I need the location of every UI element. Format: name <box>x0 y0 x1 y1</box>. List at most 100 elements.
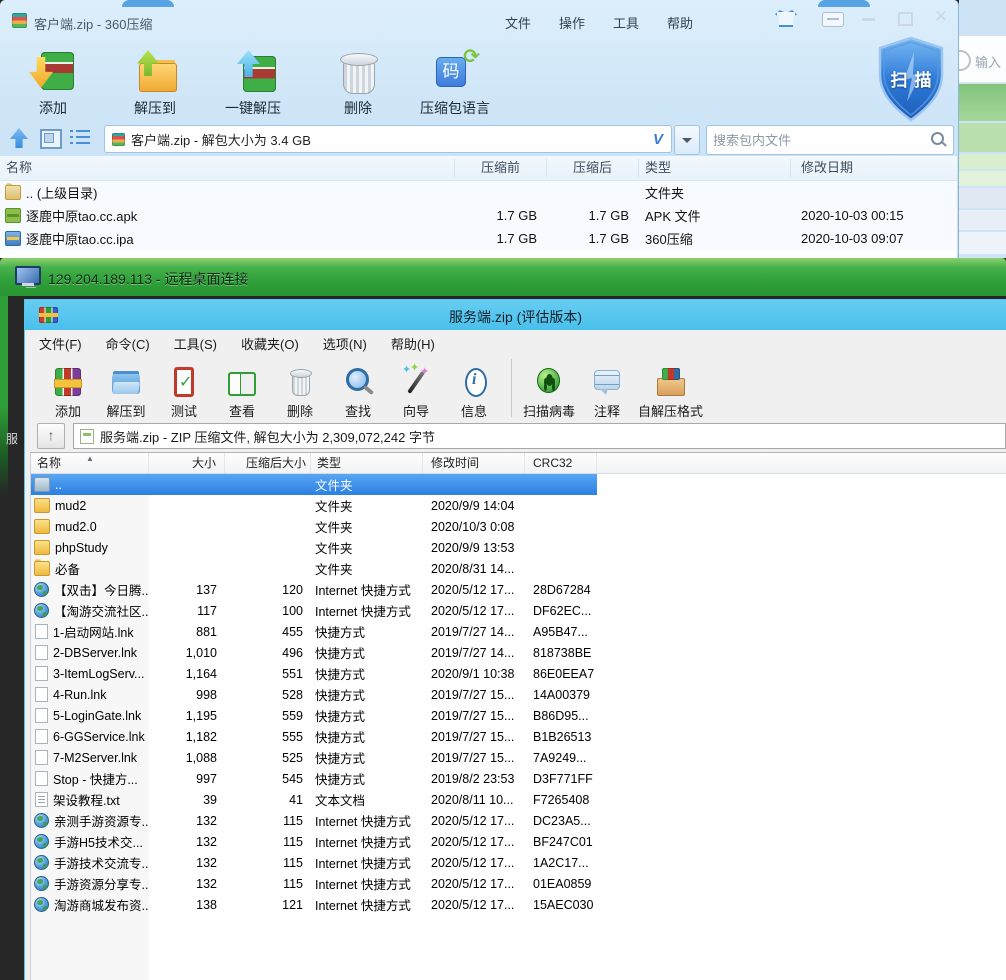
table-row[interactable]: 6-GGService.lnk 1,182 555 快捷方式 2019/7/27… <box>31 726 597 747</box>
toolbar-icon <box>225 365 259 399</box>
toolbar-button[interactable]: 解压到 <box>97 365 155 420</box>
table-row[interactable]: 5-LoginGate.lnk 1,195 559 快捷方式 2019/7/27… <box>31 705 597 726</box>
toolbar-button[interactable]: 查看 <box>213 365 271 420</box>
toolbar-button[interactable]: 扫描病毒 <box>520 365 578 420</box>
modified-time: 2020/9/9 13:53 <box>423 541 525 555</box>
menu-item[interactable]: 文件(F) <box>39 334 82 353</box>
table-row[interactable]: .. 文件夹 <box>31 474 597 495</box>
menu-item[interactable]: 帮助(H) <box>391 334 435 353</box>
toolbar-button[interactable]: 向导 <box>387 365 445 420</box>
table-row[interactable]: 2-DBServer.lnk 1,010 496 快捷方式 2019/7/27 … <box>31 642 597 663</box>
table-row[interactable]: 逐鹿中原tao.cc.ipa 1.7 GB 1.7 GB 360压缩 2020-… <box>0 227 957 250</box>
column-header-name[interactable]: 名称 <box>0 159 455 177</box>
table-row[interactable]: 7-M2Server.lnk 1,088 525 快捷方式 2019/7/27 … <box>31 747 597 768</box>
winrar-titlebar[interactable]: 服务端.zip (评估版本) <box>25 300 1006 330</box>
close-icon[interactable]: ✕ <box>932 8 950 26</box>
winrar-title: 服务端.zip (评估版本) <box>25 307 1006 327</box>
table-row[interactable]: 逐鹿中原tao.cc.apk 1.7 GB 1.7 GB APK 文件 2020… <box>0 204 957 227</box>
toolbar-icon <box>341 365 375 399</box>
column-header-date[interactable]: 修改日期 <box>791 159 957 177</box>
winrar-file-list: 名称▲ 大小 压缩后大小 类型 修改时间 CRC32 .. 文件夹 <box>30 452 1006 980</box>
table-row[interactable]: 手游资源分享专... 132 115 Internet 快捷方式 2020/5/… <box>31 873 597 894</box>
maximize-icon[interactable] <box>898 12 913 26</box>
menu-item[interactable]: 文件 <box>505 13 531 32</box>
search-icon[interactable] <box>929 131 947 149</box>
zip-mini-icon <box>80 429 94 444</box>
file-type: Internet 快捷方式 <box>311 601 423 620</box>
table-row[interactable]: 淘游商城发布资... 138 121 Internet 快捷方式 2020/5/… <box>31 894 597 915</box>
up-directory-button[interactable]: ↑ <box>37 423 65 449</box>
column-header-name[interactable]: 名称▲ <box>31 453 149 473</box>
toolbar-icon <box>109 365 143 399</box>
archive-path-combo[interactable]: 服务端.zip - ZIP 压缩文件, 解包大小为 2,309,072,242 … <box>73 423 1006 449</box>
column-header-type[interactable]: 类型 <box>639 159 791 177</box>
table-row[interactable]: 1-启动网站.lnk 881 455 快捷方式 2019/7/27 14... … <box>31 621 597 642</box>
table-row[interactable]: 3-ItemLogServ... 1,164 551 快捷方式 2020/9/1… <box>31 663 597 684</box>
table-row[interactable]: mud2 文件夹 2020/9/9 14:04 <box>31 495 597 516</box>
toolbar-button[interactable]: 注释 <box>578 365 636 420</box>
menu-item[interactable]: 选项(N) <box>323 334 367 353</box>
column-header-after[interactable]: 压缩后 <box>547 159 639 177</box>
menu-item[interactable]: 命令(C) <box>106 334 150 353</box>
rdp-connection-bar[interactable]: 129.204.189.113 - 远程桌面连接 <box>0 258 1006 296</box>
toolbar-button[interactable]: 删除 <box>296 42 420 118</box>
file-type: 快捷方式 <box>311 706 423 725</box>
toolbar-button[interactable]: 添加 <box>39 365 97 420</box>
file-size: 997 <box>149 772 225 786</box>
packed-size: 551 <box>225 667 311 681</box>
address-bar[interactable]: 客户端.zip - 解包大小为 3.4 GB V <box>104 125 672 153</box>
column-header-mtime[interactable]: 修改时间 <box>423 453 525 473</box>
address-dropdown-button[interactable] <box>674 125 700 155</box>
table-row[interactable]: 【双击】今日腾... 137 120 Internet 快捷方式 2020/5/… <box>31 579 597 600</box>
menu-item[interactable]: 工具 <box>613 13 639 32</box>
packed-size: 496 <box>225 646 311 660</box>
toolbar-button[interactable]: 一键解压 <box>210 42 296 118</box>
skin-icon[interactable] <box>775 10 797 27</box>
list-view-icon[interactable] <box>70 130 90 145</box>
toolbar-button[interactable]: 删除 <box>271 365 329 420</box>
file-name: 淘游商城发布资... <box>54 895 149 914</box>
table-row[interactable]: 手游技术交流专... 132 115 Internet 快捷方式 2020/5/… <box>31 852 597 873</box>
table-row[interactable]: 4-Run.lnk 998 528 快捷方式 2019/7/27 15... 1… <box>31 684 597 705</box>
toolbar-button[interactable]: 压缩包语言 <box>420 42 490 118</box>
table-row[interactable]: phpStudy 文件夹 2020/9/9 13:53 <box>31 537 597 558</box>
feedback-icon[interactable] <box>822 12 844 27</box>
column-header-packed[interactable]: 压缩后大小 <box>225 453 311 473</box>
menu-item[interactable]: 操作 <box>559 13 585 32</box>
minimize-icon[interactable] <box>862 18 875 21</box>
menu-item[interactable]: 帮助 <box>667 13 693 32</box>
column-header-before[interactable]: 压缩前 <box>455 159 547 177</box>
up-directory-icon[interactable] <box>8 127 30 149</box>
toolbar-button[interactable]: 测试 <box>155 365 213 420</box>
toolbar-button[interactable]: 自解压格式 <box>636 365 705 420</box>
column-header-crc[interactable]: CRC32 <box>525 453 597 473</box>
menu-item[interactable]: 收藏夹(O) <box>241 334 299 353</box>
file-type: 快捷方式 <box>311 748 423 767</box>
column-header-size[interactable]: 大小 <box>149 453 225 473</box>
table-row[interactable]: mud2.0 文件夹 2020/10/3 0:08 <box>31 516 597 537</box>
menu-item[interactable]: 工具(S) <box>174 334 217 353</box>
titlebar[interactable]: 客户端.zip - 360压缩 文件操作工具帮助 ✕ <box>0 0 958 38</box>
scan-button[interactable]: 扫描 <box>874 36 948 122</box>
modified-time: 2019/7/27 15... <box>423 730 525 744</box>
file-type: 文件夹 <box>311 517 423 536</box>
table-row[interactable]: Stop - 快捷方... 997 545 快捷方式 2019/8/2 23:5… <box>31 768 597 789</box>
toolbar-button[interactable]: 添加 <box>6 42 100 118</box>
window-bottom-strip <box>0 250 957 258</box>
search-input[interactable] <box>707 133 929 148</box>
table-row[interactable]: 手游H5技术交... 132 115 Internet 快捷方式 2020/5/… <box>31 831 597 852</box>
column-header-type[interactable]: 类型 <box>311 453 423 473</box>
list-row-fragment <box>959 123 1006 152</box>
table-row[interactable]: 亲测手游资源专... 132 115 Internet 快捷方式 2020/5/… <box>31 810 597 831</box>
toolbar-button[interactable]: 信息 <box>445 365 503 420</box>
modified-time: 2019/7/27 15... <box>423 688 525 702</box>
winrar-toolbar: 添加 解压到 测试 查看 删除 <box>39 356 705 420</box>
table-row[interactable]: 架设教程.txt 39 41 文本文档 2020/8/11 10... F726… <box>31 789 597 810</box>
modified-date: 2020-10-03 09:07 <box>791 231 957 246</box>
table-row[interactable]: .. (上级目录) 文件夹 <box>0 181 957 204</box>
toolbar-button[interactable]: 解压到 <box>100 42 210 118</box>
toolbar-button[interactable]: 查找 <box>329 365 387 420</box>
table-row[interactable]: 【淘游交流社区... 117 100 Internet 快捷方式 2020/5/… <box>31 600 597 621</box>
grid-view-icon[interactable] <box>40 129 62 149</box>
table-row[interactable]: 必备 文件夹 2020/8/31 14... <box>31 558 597 579</box>
